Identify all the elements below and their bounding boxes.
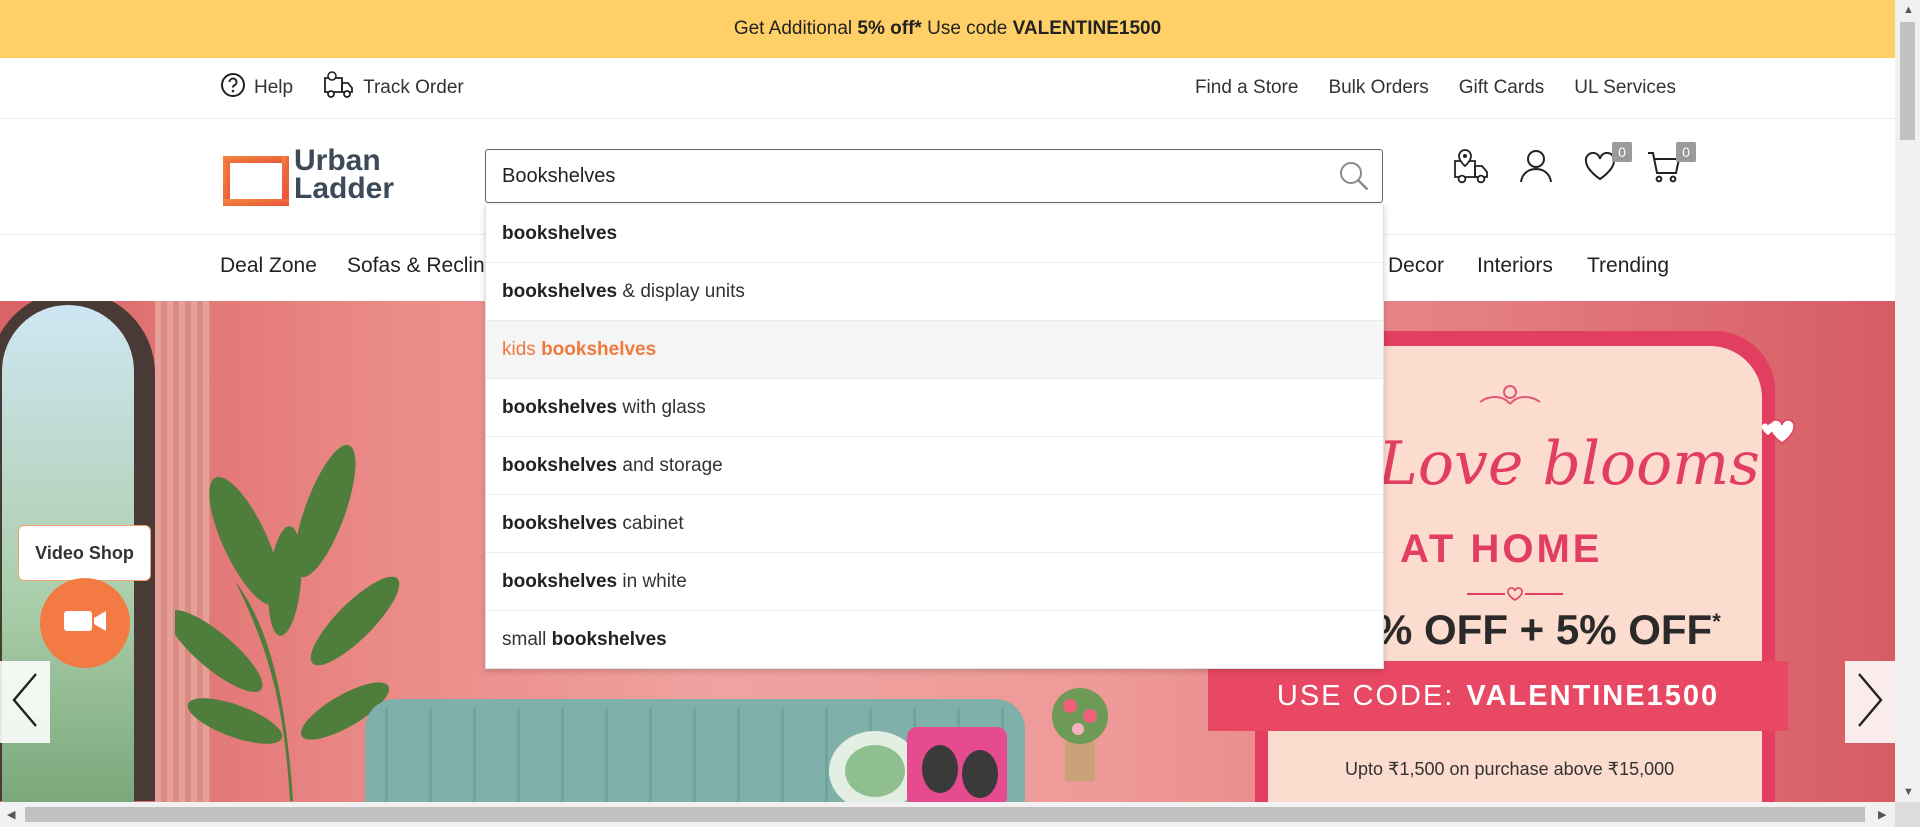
cart-count-badge: 0 [1676,142,1696,162]
delivery-truck-icon [1452,147,1492,190]
flower-vase-illustration [1052,688,1108,781]
suggestion-suffix: and storage [617,454,723,476]
cushions-illustration [829,727,1007,802]
find-store-link[interactable]: Find a Store [1195,77,1299,99]
scroll-down-icon[interactable]: ▼ [1903,786,1914,798]
nav-interiors[interactable]: Interiors [1477,235,1553,301]
suggestion-match: bookshelves [502,570,618,592]
promo-middle: Use code [921,18,1013,39]
urban-ladder-logo[interactable]: Urban Ladder [220,144,395,206]
search-box[interactable] [485,149,1383,203]
suggestion-match: bookshelves [541,338,657,360]
ribbon-code: VALENTINE1500 [1466,679,1720,712]
suggestion-item[interactable]: bookshelves & display units [486,263,1383,321]
video-camera-icon [62,606,108,641]
search-input[interactable] [500,150,1304,202]
suggestion-match: bookshelves [502,512,618,534]
ribbon-label: USE CODE: [1276,679,1455,712]
video-shop-button[interactable] [40,578,130,668]
store-locator-button[interactable] [1452,146,1492,190]
suggestion-suffix: in white [617,570,687,592]
logo-line-1: Urban [294,144,381,177]
search-suggestions: bookshelves bookshelves & display units … [485,205,1384,669]
hero-offer-text: % OFF + 5% OFF [1375,606,1713,653]
suggestion-prefix: kids [502,338,542,360]
suggestion-match: bookshelves [502,396,618,418]
carousel-prev-button[interactable] [0,661,50,743]
promo-code-ribbon: USE CODE: VALENTINE1500 [1208,661,1788,731]
utility-bar: Help Track Order Find a Store Bulk Order… [0,58,1895,119]
hero-offer-asterisk: * [1712,609,1721,634]
suggestion-match: bookshelves [502,280,618,302]
suggestion-match: bookshelves [551,628,667,650]
logo-line-2: Ladder [294,172,395,205]
divider-heart-icon [1467,587,1563,601]
account-button[interactable] [1516,146,1556,190]
truck-icon [323,70,355,106]
hero-offer: % OFF + 5% OFF* [1375,606,1721,654]
suggestion-item[interactable]: bookshelves in white [486,553,1383,611]
video-shop-label: Video Shop [18,525,151,581]
hero-subheadline: AT HOME [1400,527,1603,571]
nav-trending[interactable]: Trending [1587,235,1669,301]
vertical-scroll-thumb[interactable] [1900,22,1915,140]
nav-deal-zone[interactable]: Deal Zone [220,235,317,301]
promo-prefix: Get Additional [733,18,858,39]
help-link[interactable]: Help [220,72,293,104]
ul-services-link[interactable]: UL Services [1574,77,1676,99]
suggestion-suffix: with glass [617,396,706,418]
logo-mark-icon [220,154,289,206]
hero-headline: Love blooms [1378,429,1760,499]
vertical-scrollbar[interactable]: ▲ ▼ [1895,0,1920,802]
scroll-up-icon[interactable]: ▲ [1903,4,1914,16]
suggestion-item[interactable]: bookshelves and storage [486,437,1383,495]
promo-code: VALENTINE1500 [1012,18,1162,39]
track-order-label: Track Order [363,77,464,98]
track-order-link[interactable]: Track Order [323,70,464,106]
suggestion-match: bookshelves [502,454,618,476]
hero-fine-print: Upto ₹1,500 on purchase above ₹15,000 [1345,759,1675,779]
wishlist-button[interactable]: 0 [1580,142,1632,190]
cart-button[interactable]: 0 [1644,142,1696,190]
suggestion-match: bookshelves [502,222,618,244]
horizontal-scrollbar[interactable]: ◀ ▶ [0,802,1895,827]
suggestion-item[interactable]: bookshelves [486,205,1383,263]
suggestion-item[interactable]: small bookshelves [486,611,1383,668]
help-label: Help [254,77,294,98]
ornament-icon [1479,385,1541,405]
hearts-icon [1761,419,1795,444]
suggestion-item[interactable]: bookshelves with glass [486,379,1383,437]
suggestion-item-active[interactable]: kids bookshelves [486,321,1383,379]
bulk-orders-link[interactable]: Bulk Orders [1328,77,1428,99]
suggestion-prefix: small [502,628,552,650]
scrollbar-corner [1895,802,1920,827]
scroll-right-icon[interactable]: ▶ [1878,808,1886,821]
search-icon[interactable] [1338,160,1370,197]
gift-cards-link[interactable]: Gift Cards [1459,77,1545,99]
carousel-next-button[interactable] [1845,661,1895,743]
suggestion-suffix: cabinet [617,512,684,534]
suggestion-suffix: & display units [617,280,745,302]
horizontal-scroll-thumb[interactable] [25,807,1865,822]
chevron-right-icon [1855,672,1885,733]
promo-discount: 5% off* [857,18,922,39]
scroll-left-icon[interactable]: ◀ [7,808,15,821]
promo-banner: Get Additional 5% off* Use code VALENTIN… [0,0,1895,58]
nav-decor[interactable]: Decor [1388,235,1444,301]
logo-text: Urban Ladder [294,144,395,205]
wishlist-count-badge: 0 [1612,142,1632,162]
nav-sofas-recliners[interactable]: Sofas & Reclin [347,235,485,301]
chevron-left-icon [10,672,40,733]
user-icon [1518,148,1554,189]
suggestion-item[interactable]: bookshelves cabinet [486,495,1383,553]
help-icon [220,72,246,104]
